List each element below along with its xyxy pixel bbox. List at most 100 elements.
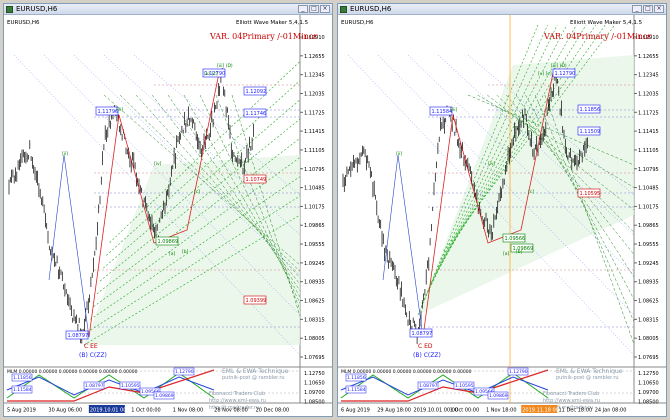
wave-label: [c] [528, 189, 534, 195]
wave-label: [ii] [62, 151, 68, 157]
time-label: 28 Nov 08:00 [214, 408, 248, 414]
price-label: 1.10795 [304, 167, 325, 173]
watermark-text: putnik-post @ rambler.ru [556, 375, 619, 381]
price-box-label: 1.08797 [412, 331, 433, 337]
price-label: 1.12655 [304, 54, 325, 60]
wave-label: C ED [418, 343, 433, 350]
price-label: 1.09555 [304, 242, 325, 248]
watermark-text: Fibonacci Traders Club [543, 391, 599, 397]
price-label: 1.11415 [638, 129, 659, 135]
wave-label: [b] [182, 249, 189, 255]
osc-box-label: 1.12790 [509, 369, 528, 375]
osc-box-label: 1.12790 [175, 369, 194, 375]
price-label: 1.12655 [638, 54, 659, 60]
chart-window-left[interactable]: EURUSD,H6 _ □ × 1.12910 1.12655 1.12345 1.1… [3, 3, 333, 417]
osc-axis-label: 1.09700 [638, 390, 659, 396]
price-label: 1.10795 [638, 167, 659, 173]
time-label: 1 Nov 08:00 [173, 408, 204, 414]
price-label: 1.11105 [638, 148, 659, 154]
maximize-button[interactable]: □ [643, 5, 653, 13]
osc-box-label: 1.11856 [347, 375, 366, 381]
time-label: 24 Jan 08:00 [595, 408, 627, 414]
price-box-label: 1.08797 [68, 333, 89, 339]
price-box-label: 1.09869 [158, 239, 179, 245]
time-label: 1 Oct 00:00 [131, 408, 160, 414]
price-label: 1.08005 [304, 336, 325, 342]
wave-label: [a] [169, 251, 176, 257]
price-label: 1.11725 [638, 110, 659, 116]
watermark-text: putnik-post @ rambler.ru [222, 375, 285, 381]
price-box-label: 1.10749 [246, 177, 267, 183]
indicator-name: Elliott Wave Maker 5,4,1.5 [570, 20, 643, 26]
price-label: 1.08315 [304, 317, 325, 323]
osc-box-label: 1.10595 [455, 383, 474, 389]
watermark-text: http://www.eml-ewa.ru [543, 398, 600, 404]
price-box-label: 1.11746 [246, 111, 267, 117]
close-button[interactable]: × [320, 5, 330, 13]
osc-box-label: 1.11584 [13, 387, 32, 393]
price-label: 1.12345 [304, 73, 325, 79]
minimize-button[interactable]: _ [298, 5, 308, 13]
chart-area[interactable]: 1.12910 1.12655 1.12345 1.12035 1.11725 1.114… [338, 15, 666, 416]
osc-box-label: 1.11856 [13, 375, 32, 381]
maximize-button[interactable]: □ [309, 5, 319, 13]
osc-axis-label: 1.08500 [304, 400, 325, 406]
wave-label: (B) C(ZZ) [79, 352, 107, 359]
window-titlebar[interactable]: EURUSD,H6 _ □ × [4, 4, 332, 15]
time-label: 11 Dec 18:00 [559, 408, 593, 414]
price-label: 1.10175 [304, 204, 325, 210]
close-button[interactable]: × [654, 5, 664, 13]
window-titlebar[interactable]: EURUSD,H6 _ □ × [338, 4, 666, 15]
price-label: 1.12035 [638, 91, 659, 97]
osc-box-label: 1.10595 [121, 383, 140, 389]
wave-label: [iii] (D) [217, 63, 233, 69]
variant-label: VAR. 04Primary /-01Minor [209, 32, 318, 41]
osc-box-label: 1.11584 [347, 387, 366, 393]
price-label: 1.08315 [638, 317, 659, 323]
price-box-label: 1.09566 [505, 236, 526, 242]
price-chart[interactable]: 1.129101.126551.123451.120351.117251.114… [4, 15, 332, 416]
osc-axis-label: 1.10650 [304, 381, 325, 387]
price-label: 1.11725 [304, 110, 325, 116]
price-box-label: 1.10595 [580, 191, 601, 197]
watermark-text: EML & EWA Technique [222, 368, 289, 375]
price-label: 1.09865 [638, 223, 659, 229]
price-box-label: 1.11509 [580, 129, 601, 135]
time-label: 20 Dec 08:00 [256, 408, 290, 414]
wave-label: [iii] [450, 107, 458, 113]
osc-axis-label: 1.10650 [638, 381, 659, 387]
chart-window-right[interactable]: EURUSD,H6 _ □ × 1.12910 1.12655 1.12345 1.1… [337, 3, 667, 417]
osc-box-label: 1.08797 [419, 383, 438, 389]
symbol-label: EURUSD,H6 [341, 20, 374, 26]
watermark-text: http://www.eml-ewa.ru [209, 398, 266, 404]
price-label: 1.10485 [638, 186, 659, 192]
price-label: 1.08935 [638, 280, 659, 286]
price-label: 1.08005 [638, 336, 659, 342]
chart-icon [340, 5, 347, 13]
price-box-label: 1.12790 [555, 71, 576, 77]
minimize-button[interactable]: _ [632, 5, 642, 13]
watermark-text: EML & EWA Technique [556, 368, 623, 375]
watermark-text: Fibonacci Traders Club [209, 391, 265, 397]
wave-label: [iv] [154, 161, 162, 167]
wave-label: [b] [516, 249, 523, 255]
time-label: 1 Oct 00:00 [450, 408, 479, 414]
time-label: 1 Nov 18:00 [486, 408, 517, 414]
symbol-label: EURUSD,H6 [7, 20, 40, 26]
osc-box-label: 1.08797 [85, 383, 104, 389]
price-label: 1.08935 [304, 280, 325, 286]
osc-box-label: 1.09869 [489, 393, 508, 399]
price-label: 1.09245 [638, 261, 659, 267]
price-chart[interactable]: 1.129101.126551.123451.120351.117251.114… [338, 15, 666, 416]
time-label: 2019.10.01 00:00 [90, 408, 135, 414]
indicator-name: Elliott Wave Maker 5,4,1.5 [236, 20, 309, 26]
wave-label: [iii] [116, 107, 124, 113]
price-box-label: 1.09399 [246, 298, 267, 304]
time-label: 6 Aug 2019 [341, 408, 370, 414]
wave-label: [c] [194, 189, 200, 195]
wave-label: [ii] [396, 151, 402, 157]
osc-axis-label: 1.08500 [638, 400, 659, 406]
chart-area[interactable]: 1.12910 1.12655 1.12345 1.12035 1.11725 1.114… [4, 15, 332, 416]
wave-label: [a] [503, 251, 510, 257]
osc-axis-label: 1.09700 [304, 390, 325, 396]
